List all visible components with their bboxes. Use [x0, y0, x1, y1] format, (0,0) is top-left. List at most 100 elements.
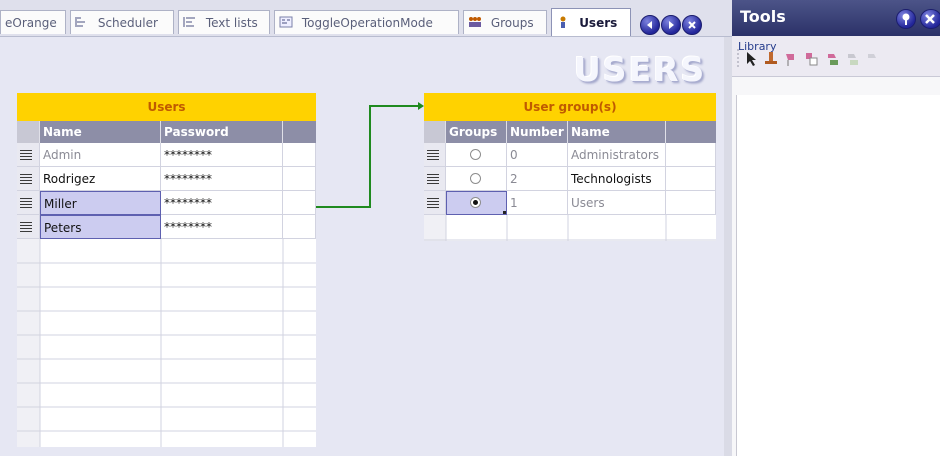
table-row[interactable]: Admin ******** [17, 143, 316, 167]
tag-group-icon[interactable] [828, 54, 838, 65]
library-label[interactable]: Library [738, 40, 776, 53]
user-groups-table-title: User group(s) [424, 93, 716, 121]
users-table-empty-grid [17, 239, 316, 447]
empty-cell [666, 143, 716, 167]
row-selector[interactable] [424, 191, 446, 215]
script-icon [279, 16, 293, 28]
scheduler-icon [75, 17, 85, 27]
tab-label: Users [579, 16, 618, 30]
user-name-cell[interactable]: Rodrigez [40, 167, 161, 191]
editor-tab-strip: eOrange Scheduler Text lists ToggleOpera… [0, 0, 732, 37]
users-table-title: Users [17, 93, 316, 121]
tab-groups[interactable]: Groups [463, 10, 547, 34]
row-selector[interactable] [424, 167, 446, 191]
users-table: Users Name Password Admin ******** Rodri… [17, 93, 316, 447]
tag-disabled-icon [848, 54, 858, 65]
row-grip-icon [427, 198, 439, 208]
tab-label: Groups [490, 16, 534, 30]
group-number-cell[interactable]: 0 [507, 143, 568, 167]
user-name-cell[interactable]: Admin [40, 143, 161, 167]
table-row[interactable]: 2 Technologists [424, 167, 716, 191]
row-selector-header [424, 121, 446, 143]
group-radio-button-selected[interactable] [470, 197, 481, 208]
tab-text-lists[interactable]: Text lists [178, 10, 270, 34]
user-groups-table-empty-grid [424, 215, 716, 241]
user-groups-table-header: Groups Number Name [424, 121, 716, 143]
tab-eorange[interactable]: eOrange [0, 10, 66, 34]
row-selector[interactable] [17, 167, 40, 191]
scroll-tabs-left-button[interactable] [640, 15, 660, 35]
scroll-tabs-right-button[interactable] [661, 15, 681, 35]
user-name-cell[interactable]: Peters [40, 215, 161, 239]
group-radio-button[interactable] [470, 149, 481, 160]
column-header-number[interactable]: Number [507, 121, 568, 143]
group-membership-cell[interactable] [446, 191, 507, 215]
close-tab-button[interactable] [682, 15, 702, 35]
close-icon [925, 14, 935, 24]
user-password-cell[interactable]: ******** [161, 143, 283, 167]
user-password-cell[interactable]: ******** [161, 167, 283, 191]
close-icon [688, 21, 696, 29]
table-row[interactable]: Peters ******** [17, 215, 316, 239]
table-row[interactable]: 1 Users [424, 191, 716, 215]
user-password-cell[interactable]: ******** [161, 215, 283, 239]
group-radio-button[interactable] [470, 173, 481, 184]
column-header-groups[interactable]: Groups [446, 121, 507, 143]
tools-title-text: Tools [740, 7, 786, 26]
row-grip-icon [20, 174, 32, 184]
row-selector-header [17, 121, 40, 143]
arrow-left-icon [647, 21, 652, 29]
column-header-name[interactable]: Name [40, 121, 161, 143]
tab-toggle-operation-mode[interactable]: ToggleOperationMode [274, 10, 459, 34]
tag-copy-icon[interactable] [806, 53, 818, 66]
column-header-empty [283, 121, 316, 143]
group-membership-cell[interactable] [446, 143, 507, 167]
tab-label: ToggleOperationMode [301, 16, 433, 30]
group-name-cell[interactable]: Administrators [568, 143, 666, 167]
group-name-cell[interactable]: Technologists [568, 167, 666, 191]
table-row[interactable]: Miller ******** [17, 191, 316, 215]
stamp-icon[interactable] [765, 52, 777, 64]
user-password-cell[interactable]: ******** [161, 191, 283, 215]
tab-label: Text lists [205, 16, 258, 30]
tag-disabled-icon [868, 54, 876, 58]
tab-label: eOrange [5, 16, 57, 30]
tools-pane: Tools Library [732, 0, 940, 456]
table-row[interactable]: Rodrigez ******** [17, 167, 316, 191]
row-selector[interactable] [17, 143, 40, 167]
group-number-cell[interactable]: 1 [507, 191, 568, 215]
group-membership-cell[interactable] [446, 167, 507, 191]
row-grip-icon [427, 174, 439, 184]
column-header-group-name[interactable]: Name [568, 121, 666, 143]
user-name-cell[interactable]: Miller [40, 191, 161, 215]
editor-vertical-scrollbar[interactable] [724, 37, 732, 456]
empty-cell [666, 191, 716, 215]
row-selector[interactable] [424, 143, 446, 167]
empty-cell [283, 143, 316, 167]
group-number-cell[interactable]: 2 [507, 167, 568, 191]
table-row[interactable]: 0 Administrators [424, 143, 716, 167]
pointer-icon[interactable] [747, 52, 756, 66]
row-grip-icon [20, 150, 32, 160]
empty-cell [283, 167, 316, 191]
row-grip-icon [427, 150, 439, 160]
pin-pane-button[interactable] [896, 9, 916, 29]
user-icon [560, 16, 566, 28]
empty-cell [283, 215, 316, 239]
close-pane-button[interactable] [920, 9, 940, 29]
row-grip-icon [20, 198, 32, 208]
tab-scheduler[interactable]: Scheduler [70, 10, 174, 34]
column-header-password[interactable]: Password [161, 121, 283, 143]
row-selector[interactable] [17, 215, 40, 239]
row-selector[interactable] [17, 191, 40, 215]
users-editor-canvas: USERS Users Name Password Admin ********… [0, 37, 732, 456]
column-header-empty [666, 121, 716, 143]
group-name-cell[interactable]: Users [568, 191, 666, 215]
tab-label: Scheduler [97, 16, 158, 30]
text-lists-icon [183, 17, 195, 27]
groups-icon [469, 17, 481, 27]
tab-users[interactable]: Users [551, 8, 631, 36]
pin-icon [902, 13, 910, 25]
tag-icon[interactable] [786, 54, 794, 66]
library-content-area [736, 95, 940, 456]
